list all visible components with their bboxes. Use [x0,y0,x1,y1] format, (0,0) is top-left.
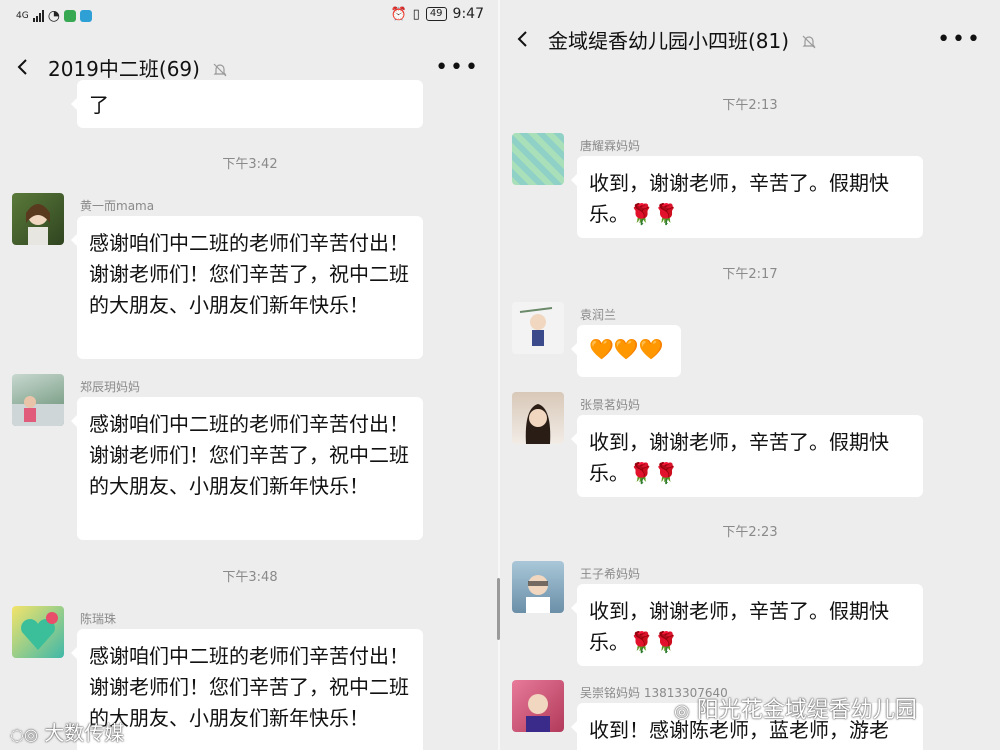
wechat-logo-icon: ◎ [674,701,690,722]
message-text: 收到，谢谢老师，辛苦了。假期快乐。🌹🌹 [589,430,889,485]
message-bubble: 收到，谢谢老师，辛苦了。假期快乐。🌹🌹 [571,584,923,666]
more-options-icon[interactable]: ••• [435,55,480,80]
watermark-text: 阳光花金域缇香幼儿园 [696,698,917,723]
avatar[interactable] [512,680,564,732]
sender-name: 王子希妈妈 [580,567,641,581]
message-bubble: 🧡🧡🧡 [571,325,681,377]
mute-bell-icon [802,35,816,49]
avatar[interactable] [12,374,64,426]
message-bubble: 感谢咱们中二班的老师们辛苦付出！谢谢老师们！您们辛苦了，祝中二班的大朋友、小朋友… [71,629,423,750]
alarm-icon: ⏰ [390,6,407,22]
avatar[interactable] [512,302,564,354]
back-arrow-icon[interactable] [514,30,532,48]
message-text: 感谢咱们中二班的老师们辛苦付出！谢谢老师们！您们辛苦了，祝中二班的大朋友、小朋友… [89,644,409,730]
chat-header: 金域缇香幼儿园小四班(81) ••• [500,14,1000,64]
message-bubble: 感谢咱们中二班的老师们辛苦付出！谢谢老师们！您们辛苦了，祝中二班的大朋友、小朋友… [71,216,423,359]
message-text: 感谢咱们中二班的老师们辛苦付出！谢谢老师们！您们辛苦了，祝中二班的大朋友、小朋友… [89,412,409,498]
timestamp: 下午3:42 [222,157,278,172]
sender-name: 袁润兰 [580,308,617,322]
message-text: 🧡🧡🧡 [589,337,664,361]
clock: 9:47 [452,6,484,22]
message-bubble-partial: 了 [71,80,423,128]
message-bubble: 收到，谢谢老师，辛苦了。假期快乐。🌹🌹 [571,156,923,238]
signal-icon [32,10,44,22]
message-text: 收到，谢谢老师，辛苦了。假期快乐。🌹🌹 [589,599,889,654]
network-label: 4G [16,11,29,21]
timestamp: 下午3:48 [222,570,278,585]
timestamp: 下午2:17 [722,267,778,282]
battery-icon: 49 [425,7,447,21]
message-text: 感谢咱们中二班的老师们辛苦付出！谢谢老师们！您们辛苦了，祝中二班的大朋友、小朋友… [89,231,409,317]
chat-title: 2019中二班(69) [48,56,200,81]
sender-name: 黄一而mama [80,199,155,213]
avatar[interactable] [12,193,64,245]
message-bubble: 收到，谢谢老师，辛苦了。假期快乐。🌹🌹 [571,415,923,497]
timestamp: 下午2:23 [722,525,778,540]
sender-name: 张景茗妈妈 [580,398,641,412]
right-chat-screen: 金域缇香幼儿园小四班(81) ••• 下午2:13 唐耀霖妈妈 收到，谢谢老师，… [500,0,1000,750]
more-options-icon[interactable]: ••• [937,27,982,52]
sender-name: 郑辰玥妈妈 [80,380,141,394]
back-arrow-icon[interactable] [14,58,32,76]
avatar[interactable] [512,561,564,613]
watermark-left: ◌◎ 大数传媒 [10,717,124,746]
message-text: 了 [89,93,109,117]
weibo-logo-icon: ◌◎ [10,725,38,744]
wifi-icon: ◔ [47,8,60,24]
timestamp: 下午2:13 [722,98,778,113]
vibrate-icon: ▯ [412,6,420,22]
watermark-right: ◎ 阳光花金域缇香幼儿园 [674,692,917,724]
avatar[interactable] [512,392,564,444]
sender-name: 唐耀霖妈妈 [580,139,641,153]
avatar[interactable] [512,133,564,185]
message-bubble: 感谢咱们中二班的老师们辛苦付出！谢谢老师们！您们辛苦了，祝中二班的大朋友、小朋友… [71,397,423,540]
mute-bell-icon [213,63,227,77]
app-icon-2 [79,10,92,22]
chat-title: 金域缇香幼儿园小四班(81) [548,28,790,53]
app-icon [63,10,76,22]
sender-name: 陈瑞珠 [80,612,117,626]
left-chat-screen: 4G ◔ ⏰ ▯ 49 9:47 2019中二班(69) ••• 了 下午3:4… [0,0,498,750]
status-bar: 4G ◔ ⏰ ▯ 49 9:47 [0,0,498,32]
avatar[interactable] [12,606,64,658]
message-text: 收到，谢谢老师，辛苦了。假期快乐。🌹🌹 [589,171,889,226]
watermark-text: 大数传媒 [44,721,125,745]
